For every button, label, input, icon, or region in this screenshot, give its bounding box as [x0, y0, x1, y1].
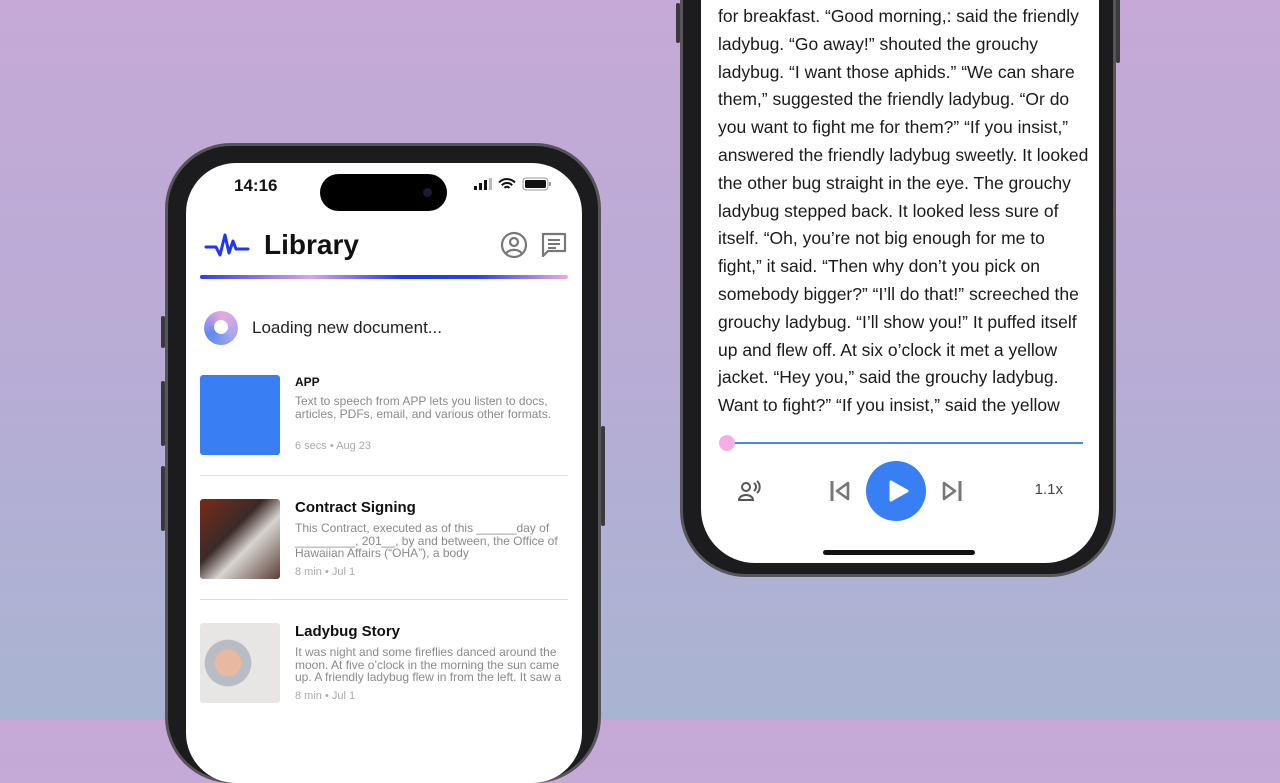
progress-track[interactable]: [728, 442, 1083, 444]
document-meta: 8 min • Jul 1: [295, 565, 356, 578]
chat-icon[interactable]: [540, 231, 568, 259]
document-item[interactable]: APP Text to speech from APP lets you lis…: [200, 375, 568, 485]
voice-icon[interactable]: [737, 479, 763, 503]
loading-spinner-icon: [204, 311, 238, 345]
document-description: This Contract, executed as of this _____…: [295, 521, 558, 560]
signal-icon: [474, 178, 492, 190]
header-divider: [200, 275, 568, 279]
document-title: APP: [295, 375, 320, 389]
account-icon[interactable]: [500, 231, 528, 259]
page-title: Library: [264, 229, 359, 260]
status-time: 14:16: [234, 176, 278, 195]
skip-back-icon[interactable]: [829, 479, 851, 503]
play-icon: [889, 480, 909, 502]
loading-text: Loading new document...: [252, 318, 442, 337]
divider: [200, 599, 568, 600]
player-screen: for breakfast. “Good morning,: said the …: [701, 0, 1099, 563]
status-icons: [474, 177, 552, 191]
loading-indicator: Loading new document...: [204, 311, 442, 345]
document-thumbnail: [200, 499, 280, 579]
play-button[interactable]: [866, 461, 926, 521]
document-thumbnail: [200, 623, 280, 703]
document-item[interactable]: Contract Signing This Contract, executed…: [200, 499, 568, 609]
skip-forward-icon[interactable]: [941, 479, 963, 503]
document-description: It was night and some fireflies danced a…: [295, 645, 562, 684]
player-phone: for breakfast. “Good morning,: said the …: [676, 0, 1120, 577]
progress-knob[interactable]: [719, 435, 735, 451]
document-item[interactable]: Ladybug Story It was night and some fire…: [200, 623, 568, 733]
story-text: for breakfast. “Good morning,: said the …: [718, 6, 1089, 416]
library-header: Library: [204, 225, 568, 265]
document-title: Contract Signing: [295, 499, 416, 516]
home-indicator: [823, 550, 975, 555]
library-screen: 14:16 Library Loading new document... AP…: [186, 163, 582, 783]
dynamic-island: [320, 174, 447, 211]
document-title: Ladybug Story: [295, 623, 401, 640]
battery-icon: [522, 177, 551, 191]
document-meta: 6 secs • Aug 23: [295, 440, 372, 452]
wifi-icon: [498, 177, 516, 189]
divider: [200, 475, 568, 476]
library-phone: 14:16 Library Loading new document... AP…: [161, 143, 605, 783]
document-thumbnail: [200, 375, 280, 455]
player-controls: 1.1x: [701, 461, 1099, 521]
document-description: Text to speech from APP lets you listen …: [295, 394, 552, 421]
speed-button[interactable]: 1.1x: [1035, 481, 1063, 498]
waveform-logo-icon: [204, 233, 250, 257]
document-meta: 8 min • Jul 1: [295, 689, 356, 702]
